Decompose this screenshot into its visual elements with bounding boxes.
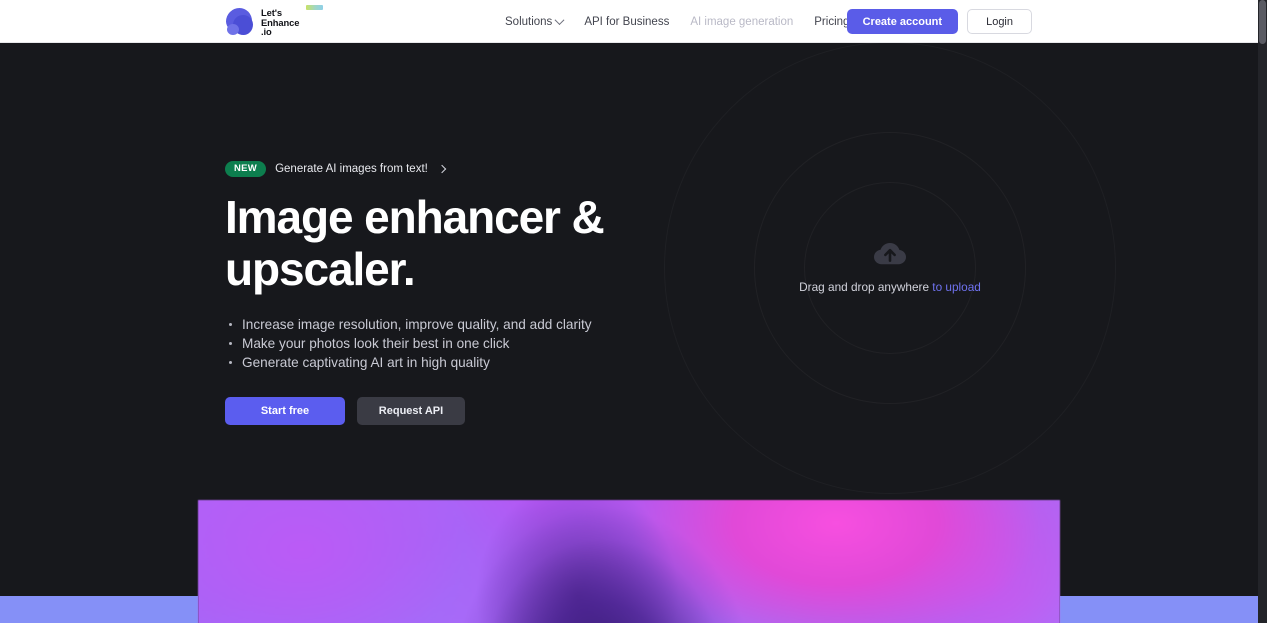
login-button[interactable]: Login: [967, 9, 1032, 34]
logo-gradient-bar-icon: [306, 5, 323, 11]
showcase-band-left: [0, 596, 198, 623]
page-root: Let's Enhance .io Solutions API for Busi…: [0, 0, 1267, 623]
hero-feature-list: Increase image resolution, improve quali…: [225, 315, 745, 372]
chevron-down-icon: [554, 15, 565, 26]
nav-item-solutions[interactable]: Solutions: [505, 15, 565, 28]
dropzone-text: Drag and drop anywhere to upload: [740, 280, 1040, 294]
hero-cta-row: Start free Request API: [225, 396, 745, 425]
site-logo[interactable]: Let's Enhance .io: [224, 4, 323, 40]
showcase-gradient-image: [198, 500, 1060, 623]
start-free-button[interactable]: Start free: [225, 396, 345, 425]
chevron-right-icon: [437, 164, 447, 173]
cloud-upload-icon: [874, 243, 906, 265]
header-actions: Create account Login: [846, 0, 1032, 43]
new-feature-label: Generate AI images from text!: [275, 162, 428, 175]
list-item: Generate captivating AI art in high qual…: [225, 353, 745, 372]
logo-wordmark: Let's Enhance .io: [261, 5, 323, 38]
hero-section: NEW Generate AI images from text! Image …: [0, 43, 1258, 623]
scrollbar-thumb[interactable]: [1259, 0, 1266, 44]
showcase-band-right: [1060, 596, 1258, 623]
lets-enhance-blob-logo-icon: [224, 7, 254, 37]
main-navigation: Solutions API for Business AI image gene…: [505, 0, 893, 43]
nav-item-label: API for Business: [584, 15, 670, 28]
page-scrollbar[interactable]: [1258, 0, 1267, 623]
nav-item-label: Solutions: [505, 15, 553, 28]
site-header: Let's Enhance .io Solutions API for Busi…: [0, 0, 1258, 43]
request-api-button[interactable]: Request API: [357, 396, 465, 425]
list-item: Increase image resolution, improve quali…: [225, 315, 745, 334]
status-badge-new: NEW: [225, 161, 267, 177]
nav-item-label: Pricing: [814, 15, 850, 28]
nav-item-ai-image-generation[interactable]: AI image generation: [690, 16, 793, 28]
upload-link[interactable]: to upload: [932, 280, 981, 294]
nav-item-label: AI image generation: [690, 15, 794, 28]
list-item: Make your photos look their best in one …: [225, 334, 745, 353]
upload-dropzone[interactable]: Drag and drop anywhere to upload: [740, 242, 1040, 294]
new-feature-banner[interactable]: NEW Generate AI images from text!: [225, 161, 447, 177]
nav-item-api-for-business[interactable]: API for Business: [584, 16, 669, 28]
logo-line-3: .io: [261, 26, 272, 38]
dropzone-main-text: Drag and drop anywhere: [799, 280, 930, 294]
hero-copy: NEW Generate AI images from text! Image …: [225, 161, 745, 425]
page-title: Image enhancer & upscaler.: [225, 190, 605, 295]
create-account-button[interactable]: Create account: [846, 9, 959, 34]
nav-item-pricing[interactable]: Pricing: [814, 16, 849, 28]
